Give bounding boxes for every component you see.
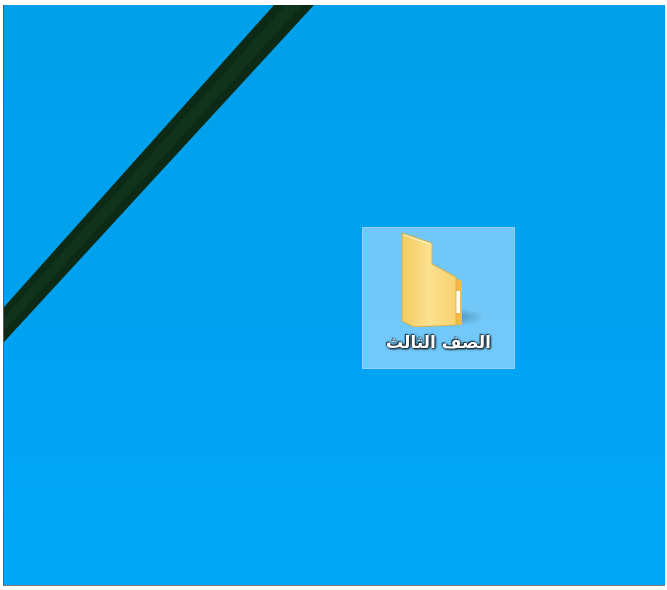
desktop[interactable]: الصف الثالث — [3, 5, 665, 586]
desktop-folder-icon[interactable]: الصف الثالث — [362, 227, 515, 369]
folder-label: الصف الثالث — [385, 333, 492, 353]
desktop-wallpaper — [4, 5, 665, 585]
folder-icon — [401, 232, 484, 327]
